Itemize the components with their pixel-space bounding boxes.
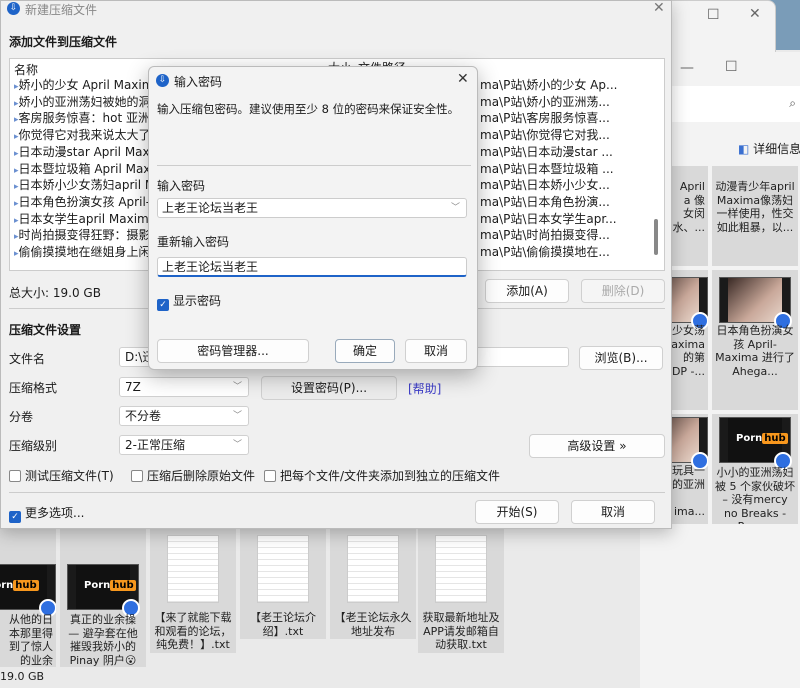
file-list-row[interactable]: ▸时尚拍摄变得狂野：摄影 bbox=[14, 226, 151, 242]
file-tile[interactable]: Pornhub真正的业余操 — 避孕套在他摧毁我娇小的 Pinay 阴户😮 🍆💦… bbox=[60, 529, 146, 667]
file-tile[interactable]: 获取最新地址及APP请发邮箱自动获取.txt bbox=[418, 529, 504, 653]
checkbox[interactable] bbox=[264, 470, 276, 482]
delete-after-checkbox[interactable]: 压缩后删除原始文件 bbox=[131, 467, 255, 484]
password-dialog: ⇩ 输入密码 ✕ 输入压缩包密码。建议使用至少 8 位的密码来保证安全性。 输入… bbox=[148, 66, 478, 370]
details-pane-icon: ◧ bbox=[738, 142, 750, 156]
file-list-row[interactable]: ▸娇小的少女 April Maxim bbox=[14, 76, 153, 92]
format-select[interactable]: 7Z ﹀ bbox=[119, 377, 249, 397]
file-path-cell: ma\P站\日本动漫star ... bbox=[480, 144, 613, 159]
file-list-row[interactable]: ▸日本娇小少女荡妇april M bbox=[14, 176, 155, 192]
video-thumbnail bbox=[719, 277, 792, 330]
file-list-row[interactable]: ▸娇小的亚洲荡妇被她的洞 bbox=[14, 93, 151, 109]
total-size: 总大小: 19.0 GB bbox=[9, 286, 101, 300]
file-path-cell: ma\P站\你觉得它对我... bbox=[480, 128, 610, 143]
help-link[interactable]: [帮助] bbox=[408, 380, 441, 397]
text-file-icon bbox=[347, 535, 399, 603]
file-path-cell: ma\P站\娇小的少女 Ap... bbox=[480, 78, 618, 92]
dialog-title: 新建压缩文件 bbox=[25, 3, 98, 17]
chevron-down-icon: ﹀ bbox=[232, 411, 242, 421]
checkbox[interactable] bbox=[131, 470, 143, 482]
close-icon[interactable]: ✕ bbox=[653, 0, 665, 16]
file-path-cell: ma\P站\日本女学生apr... bbox=[480, 211, 617, 226]
password-dialog-title: 输入密码 bbox=[174, 75, 223, 89]
pornhub-logo: Pornhub bbox=[736, 433, 788, 444]
chevron-down-icon[interactable]: ﹀ bbox=[451, 199, 460, 217]
file-list-row[interactable]: ▸日本动漫star April Maxi bbox=[14, 143, 153, 159]
minimize-icon[interactable]: — bbox=[680, 60, 694, 76]
ok-button[interactable]: 确定 bbox=[335, 339, 395, 363]
browse-button[interactable]: 浏览(B)... bbox=[579, 346, 663, 370]
text-file-icon bbox=[167, 535, 219, 603]
file-tile[interactable]: 动漫青少年april Maxima像荡妇一样使用，性交如此粗暴，以... bbox=[712, 166, 798, 266]
chevron-down-icon: ﹀ bbox=[232, 440, 242, 450]
checkbox[interactable] bbox=[9, 470, 21, 482]
format-label: 压缩格式 bbox=[9, 381, 58, 395]
details-pane-button[interactable]: ◧ 详细信息 bbox=[738, 140, 800, 157]
more-options-checkbox[interactable]: ✓ 更多选项... bbox=[9, 504, 84, 523]
file-path-cell: ma\P站\客房服务惊喜... bbox=[480, 111, 610, 126]
section-heading-add: 添加文件到压缩文件 bbox=[9, 35, 118, 49]
file-list-row[interactable]: ▸日本角色扮演女孩 April- bbox=[14, 193, 150, 209]
password-cancel-button[interactable]: 取消 bbox=[405, 339, 467, 363]
test-archive-checkbox[interactable]: 测试压缩文件(T) bbox=[9, 467, 114, 484]
file-tile[interactable]: Porn hub 小小的亚洲荡妇被 5 个家伙破坏 – 没有mercy no Bre… bbox=[712, 414, 798, 524]
password-description: 输入压缩包密码。建议使用至少 8 位的密码来保证安全性。 bbox=[157, 102, 460, 116]
add-button[interactable]: 添加(A) bbox=[485, 279, 569, 303]
file-list-row[interactable]: ▸你觉得它对我来说太大了 bbox=[14, 126, 151, 142]
file-path-cell: ma\P站\日本角色扮演... bbox=[480, 194, 610, 209]
status-bar-size: 19.0 GB bbox=[0, 670, 45, 683]
video-thumbnail: Pornhub bbox=[67, 564, 140, 617]
scrollbar-thumb[interactable] bbox=[654, 219, 658, 255]
volume-select[interactable]: 不分卷 ﹀ bbox=[119, 406, 249, 426]
search-icon[interactable]: ⌕ bbox=[789, 96, 796, 111]
password-manager-button[interactable]: 密码管理器... bbox=[157, 339, 309, 363]
chevron-down-icon: ﹀ bbox=[232, 382, 242, 392]
file-path-cell: ma\P站\日本暨垃圾箱 ... bbox=[480, 161, 614, 176]
set-password-button[interactable]: 设置密码(P)... bbox=[261, 376, 397, 400]
file-tile[interactable]: Pornhub从他的日本那里得到了惊人的业余 Maxima ... bbox=[0, 529, 56, 667]
pornhub-logo: Pornhub bbox=[0, 580, 39, 591]
volume-label: 分卷 bbox=[9, 410, 34, 424]
file-path-cell: ma\P站\娇小的亚洲荡... bbox=[480, 94, 610, 109]
cancel-button[interactable]: 取消 bbox=[571, 500, 655, 524]
separate-archives-checkbox[interactable]: 把每个文件/文件夹添加到独立的压缩文件 bbox=[264, 467, 500, 484]
section-heading-settings: 压缩文件设置 bbox=[9, 323, 82, 337]
video-thumbnail: Pornhub bbox=[0, 564, 56, 617]
level-label: 压缩级别 bbox=[9, 439, 58, 453]
file-path-cell: ma\P站\偷偷摸摸地在... bbox=[480, 245, 610, 259]
file-list-row[interactable]: ▸日本女学生april Maxima bbox=[14, 210, 156, 226]
app-icon: ⇩ bbox=[156, 74, 169, 87]
file-tile[interactable]: 【来了就能下载和观看的论坛，纯免费！】.txt bbox=[150, 529, 236, 653]
level-select[interactable]: 2-正常压缩 ﹀ bbox=[119, 435, 249, 455]
delete-button[interactable]: 删除(D) bbox=[581, 279, 665, 303]
app-icon: ⇩ bbox=[7, 2, 20, 15]
advanced-settings-button[interactable]: 高级设置 » bbox=[529, 434, 665, 458]
password-input[interactable]: 上老王论坛当老王 ﹀ bbox=[157, 198, 467, 218]
maximize-icon[interactable]: ☐ bbox=[725, 59, 738, 75]
maximize-icon[interactable]: ☐ bbox=[707, 7, 720, 23]
file-list-row[interactable]: ▸偷偷摸摸地在继姐身上闲 bbox=[14, 243, 151, 259]
pornhub-logo: Pornhub bbox=[84, 580, 136, 591]
file-tile[interactable]: 【老王论坛介绍】.txt bbox=[240, 529, 326, 639]
checkbox-checked[interactable]: ✓ bbox=[9, 511, 21, 523]
close-icon[interactable]: ✕ bbox=[457, 71, 469, 87]
reenter-password-input[interactable]: 上老王论坛当老王 bbox=[157, 257, 467, 277]
text-file-icon bbox=[257, 535, 309, 603]
close-icon[interactable]: ✕ bbox=[749, 6, 761, 22]
checkbox-checked[interactable]: ✓ bbox=[157, 299, 169, 311]
text-file-icon bbox=[435, 535, 487, 603]
show-password-checkbox[interactable]: ✓ 显示密码 bbox=[157, 292, 221, 311]
video-thumbnail: Pornhub bbox=[719, 417, 792, 470]
reenter-password-label: 重新输入密码 bbox=[157, 235, 230, 249]
password-label: 输入密码 bbox=[157, 179, 206, 193]
file-tile[interactable]: 日本角色扮演女孩 April-Maxima 进行了 Ahega... bbox=[712, 270, 798, 410]
file-path-cell: ma\P站\时尚拍摄变得... bbox=[480, 228, 610, 243]
start-button[interactable]: 开始(S) bbox=[475, 500, 559, 524]
file-list-row[interactable]: ▸客房服务惊喜：hot 亚洲 bbox=[14, 109, 150, 125]
file-path-cell: ma\P站\日本娇小少女... bbox=[480, 178, 610, 193]
file-tile[interactable]: 【老王论坛永久地址发布页】.txt bbox=[330, 529, 416, 639]
filename-label: 文件名 bbox=[9, 352, 46, 366]
file-list-row[interactable]: ▸日本暨垃圾箱 April Maxi bbox=[14, 160, 154, 176]
